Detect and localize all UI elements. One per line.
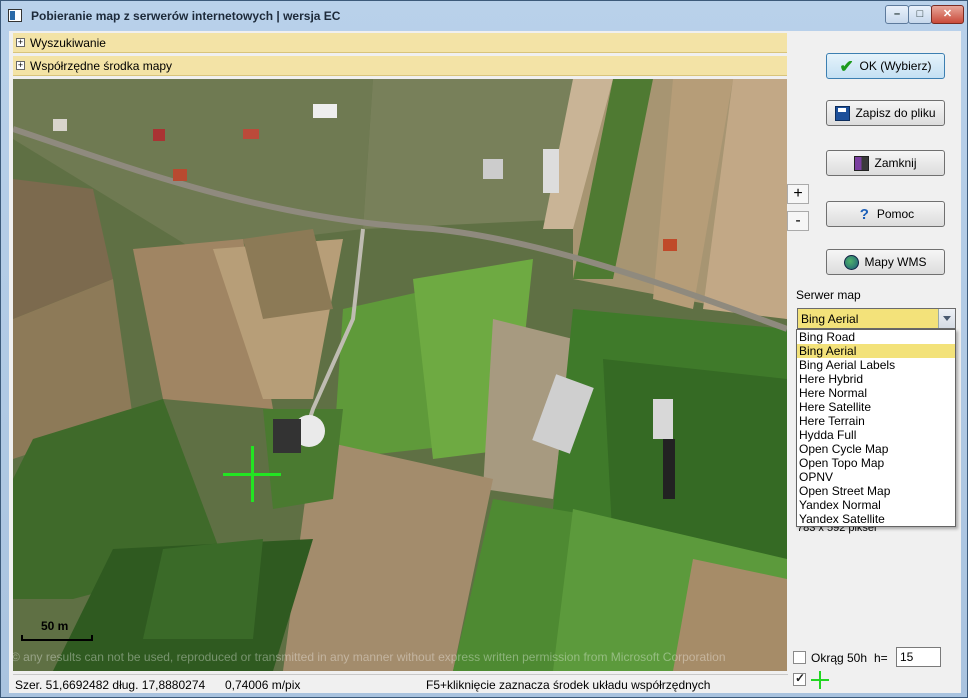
close-button[interactable]: Zamknij (826, 150, 945, 176)
expand-icon[interactable]: + (16, 38, 25, 47)
close-button-label: Zamknij (874, 156, 917, 170)
circle-50h-label: Okrąg 50h (811, 651, 868, 665)
status-coordinates: Szer. 51,6692482 dług. 17,8880274 (15, 678, 206, 692)
app-icon (8, 9, 22, 22)
maximize-button[interactable]: □ (908, 5, 932, 24)
map-view[interactable]: © any results can not be used, reproduce… (13, 79, 787, 671)
app-window: Pobieranie map z serwerów internetowych … (0, 0, 968, 698)
save-button-label: Zapisz do pliku (855, 106, 936, 120)
search-section-header[interactable]: + Wyszukiwanie (13, 33, 787, 53)
map-server-option[interactable]: Bing Aerial Labels (797, 358, 955, 372)
close-window-button[interactable]: ✕ (931, 5, 964, 24)
map-server-option[interactable]: Open Cycle Map (797, 442, 955, 456)
h-label: h= (874, 651, 888, 665)
zoom-out-button[interactable]: - (787, 211, 809, 231)
check-icon: ✔ (839, 56, 854, 76)
status-hint: F5+kliknięcie zaznacza środek układu wsp… (426, 678, 711, 692)
map-server-option[interactable]: Open Topo Map (797, 456, 955, 470)
scale-bar-line (21, 635, 93, 641)
minimize-button[interactable]: – (885, 5, 909, 24)
floppy-disk-icon (835, 105, 851, 121)
help-button-label: Pomoc (876, 207, 915, 221)
center-coords-section-header[interactable]: + Współrzędne środka mapy (13, 56, 787, 76)
map-server-option[interactable]: OPNV (797, 470, 955, 484)
save-to-file-button[interactable]: Zapisz do pliku (826, 100, 945, 126)
search-section-label: Wyszukiwanie (30, 36, 106, 50)
center-coords-section-label: Współrzędne środka mapy (30, 59, 173, 73)
zoom-in-button[interactable]: + (787, 184, 809, 204)
map-server-option[interactable]: Hydda Full (797, 428, 955, 442)
map-server-option[interactable]: Here Satellite (797, 400, 955, 414)
crosshair-icon (811, 671, 829, 689)
center-crosshair-vertical (251, 446, 254, 502)
help-button[interactable]: ? Pomoc (826, 201, 945, 227)
scale-label: 50 m (41, 619, 69, 633)
scale-bar: 50 m (21, 619, 95, 643)
map-server-option[interactable]: Here Hybrid (797, 372, 955, 386)
map-server-select[interactable]: Bing Aerial (797, 308, 956, 329)
door-exit-icon (854, 155, 870, 171)
ok-button[interactable]: ✔ OK (Wybierz) (826, 53, 945, 79)
map-copyright: © any results can not be used, reproduce… (13, 650, 726, 664)
map-server-option[interactable]: Here Normal (797, 386, 955, 400)
map-server-selected-value: Bing Aerial (801, 312, 859, 326)
map-server-option[interactable]: Yandex Normal (797, 498, 955, 512)
h-value-input[interactable]: 15 (896, 647, 941, 667)
map-server-dropdown-list[interactable]: Bing Road Bing Aerial Bing Aerial Labels He… (796, 329, 956, 527)
window-title: Pobieranie map z serwerów internetowych … (31, 9, 341, 23)
map-server-label: Serwer map (796, 288, 861, 302)
expand-icon[interactable]: + (16, 61, 25, 70)
crosshair-toggle-checkbox[interactable] (793, 671, 806, 686)
status-bar: Szer. 51,6692482 dług. 17,8880274 0,7400… (13, 674, 788, 692)
map-server-option[interactable]: Here Terrain (797, 414, 955, 428)
map-server-option[interactable]: Bing Aerial (797, 344, 955, 358)
wms-button-label: Mapy WMS (864, 255, 927, 269)
circle-50h-checkbox[interactable] (793, 651, 806, 664)
map-server-option[interactable]: Open Street Map (797, 484, 955, 498)
aerial-imagery (13, 79, 787, 671)
ok-button-label: OK (Wybierz) (859, 59, 932, 73)
map-server-option[interactable]: Yandex Satellite (797, 512, 955, 526)
globe-icon (844, 254, 860, 270)
title-bar[interactable]: Pobieranie map z serwerów internetowych … (1, 1, 967, 31)
chevron-down-icon[interactable] (938, 309, 955, 328)
help-icon: ? (859, 205, 869, 223)
wms-maps-button[interactable]: Mapy WMS (826, 249, 945, 275)
status-resolution: 0,74006 m/pix (225, 678, 301, 692)
map-server-option[interactable]: Bing Road (797, 330, 955, 344)
client-area: + Wyszukiwanie + Współrzędne środka mapy (9, 31, 961, 693)
